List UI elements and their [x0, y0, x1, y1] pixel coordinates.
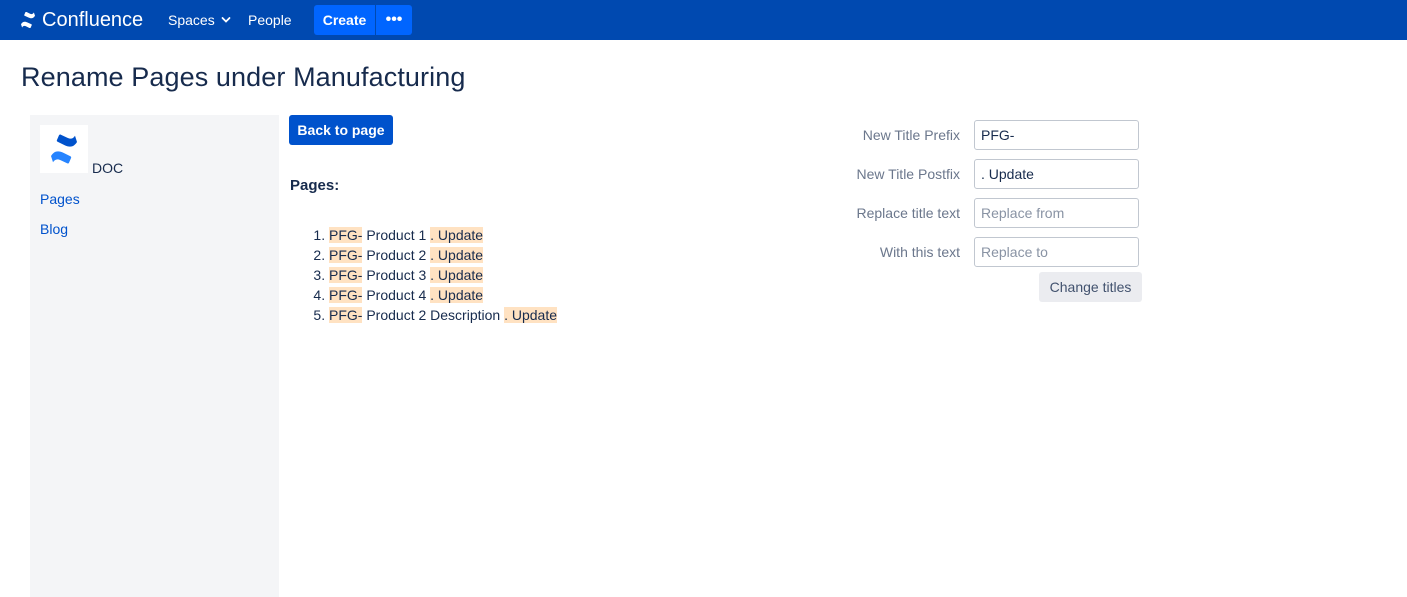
- new-title-postfix-label: New Title Postfix: [856, 166, 960, 182]
- space-name: DOC: [92, 160, 124, 176]
- new-title-prefix-label: New Title Prefix: [862, 127, 960, 143]
- page-title-text: Product 2 Description: [362, 307, 505, 323]
- sidebar-link-blog[interactable]: Blog: [40, 221, 68, 237]
- with-this-text-label: With this text: [879, 244, 960, 260]
- title-postfix-preview: . Update: [430, 247, 484, 263]
- title-postfix-preview: . Update: [430, 267, 484, 283]
- back-to-page-button[interactable]: Back to page: [289, 115, 393, 145]
- page-title-text: Product 3: [362, 267, 431, 283]
- title-prefix-preview: PFG-: [329, 247, 363, 263]
- title-postfix-preview: . Update: [430, 227, 484, 243]
- page-title-text: Product 4: [362, 287, 431, 303]
- list-item: PFG- Product 2 . Update: [329, 245, 557, 265]
- new-title-postfix-input[interactable]: [974, 159, 1139, 189]
- space-sidebar: DOC Pages Blog: [30, 115, 279, 597]
- confluence-space-icon: [51, 134, 77, 164]
- pages-heading: Pages:: [290, 177, 340, 194]
- confluence-logo[interactable]: Confluence: [20, 0, 143, 40]
- sidebar-link-pages[interactable]: Pages: [40, 191, 80, 207]
- pages-list: PFG- Product 1 . Update PFG- Product 2 .…: [290, 225, 558, 325]
- new-title-prefix-input[interactable]: [974, 120, 1139, 150]
- page-title-text: Product 1: [362, 227, 431, 243]
- title-prefix-preview: PFG-: [329, 227, 363, 243]
- title-prefix-preview: PFG-: [329, 287, 363, 303]
- replace-to-input[interactable]: [974, 237, 1139, 267]
- list-item: PFG- Product 1 . Update: [329, 225, 557, 245]
- title-prefix-preview: PFG-: [329, 267, 363, 283]
- list-item: PFG- Product 4 . Update: [329, 285, 557, 305]
- top-navigation: Confluence Spaces People Create •••: [0, 0, 1407, 40]
- confluence-logo-icon: [21, 12, 35, 28]
- nav-people-label: People: [248, 12, 292, 28]
- title-prefix-preview: PFG-: [329, 307, 363, 323]
- change-titles-button[interactable]: Change titles: [1039, 272, 1142, 302]
- page-title: Rename Pages under Manufacturing: [21, 62, 466, 92]
- page-title-text: Product 2: [362, 247, 431, 263]
- more-actions-button[interactable]: •••: [376, 5, 412, 35]
- logo-text: Confluence: [42, 8, 144, 31]
- nav-people-link[interactable]: People: [248, 0, 292, 40]
- create-button[interactable]: Create: [314, 5, 375, 35]
- nav-spaces-label: Spaces: [168, 12, 215, 28]
- space-avatar[interactable]: [40, 125, 88, 173]
- title-postfix-preview: . Update: [504, 307, 558, 323]
- list-item: PFG- Product 3 . Update: [329, 265, 557, 285]
- title-postfix-preview: . Update: [430, 287, 484, 303]
- chevron-down-icon: [221, 17, 231, 23]
- list-item: PFG- Product 2 Description . Update: [329, 305, 558, 325]
- replace-from-input[interactable]: [974, 198, 1139, 228]
- replace-title-text-label: Replace title text: [856, 205, 961, 221]
- nav-spaces-dropdown[interactable]: Spaces: [168, 0, 231, 40]
